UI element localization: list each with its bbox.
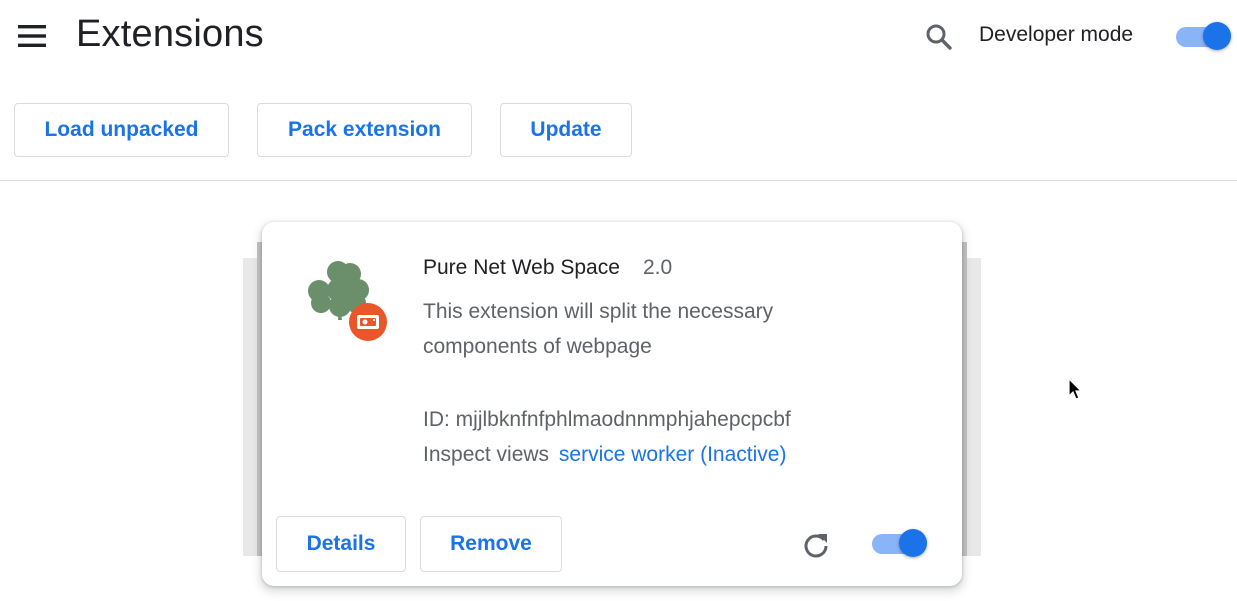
extension-icon (306, 258, 390, 342)
unpacked-badge-icon (349, 303, 387, 341)
page-title: Extensions (76, 13, 264, 55)
extension-card: Pure Net Web Space 2.0 This extension wi… (262, 222, 962, 586)
inspect-views-row: Inspect views service worker (Inactive) (423, 443, 786, 467)
reload-button[interactable] (798, 527, 834, 563)
update-button[interactable]: Update (500, 103, 632, 157)
developer-toolbar: Load unpacked Pack extension Update (0, 76, 1237, 181)
toggle-knob (899, 529, 927, 557)
search-button[interactable] (920, 18, 958, 56)
reload-icon (804, 534, 828, 558)
top-bar: Extensions Developer mode (0, 0, 1237, 76)
mouse-cursor-icon (1068, 378, 1083, 400)
service-worker-link[interactable]: service worker (Inactive) (559, 443, 787, 466)
pack-extension-button[interactable]: Pack extension (257, 103, 472, 157)
developer-mode-label: Developer mode (979, 23, 1134, 46)
remove-button[interactable]: Remove (420, 516, 562, 572)
load-unpacked-button[interactable]: Load unpacked (14, 103, 229, 157)
main-menu-button[interactable] (10, 14, 54, 58)
search-icon (926, 24, 952, 50)
extension-id: ID: mjjlbknfnfphlmaodnnmphjahepcpcbf (423, 408, 791, 431)
extension-enable-toggle[interactable] (872, 528, 928, 558)
inspect-views-label: Inspect views (423, 443, 550, 466)
details-button[interactable]: Details (276, 516, 406, 572)
hamburger-menu-icon (18, 25, 46, 47)
extension-name: Pure Net Web Space (423, 256, 620, 279)
developer-mode-toggle[interactable] (1176, 21, 1232, 51)
extension-description: This extension will split the necessary … (423, 300, 774, 358)
toggle-knob (1203, 22, 1231, 50)
extension-version: 2.0 (643, 256, 673, 279)
